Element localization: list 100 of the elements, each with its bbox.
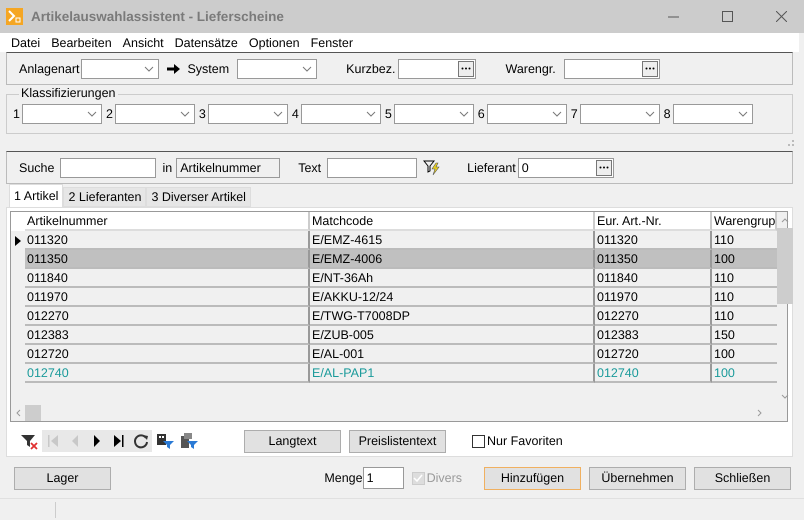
quantity-field[interactable]: 1 [362,467,404,489]
scroll-left-icon[interactable] [15,409,21,417]
clear-filter-icon[interactable] [20,432,40,450]
building-filter-icon[interactable] [178,432,200,450]
table-cell: E/NT-36Ah [310,269,595,288]
search-field[interactable] [60,158,156,178]
input-field[interactable] [564,58,660,78]
ellipsis-button[interactable] [596,160,612,176]
field-label: 8 [664,107,671,121]
close-icon [776,11,786,22]
dropdown[interactable] [672,104,753,124]
dropdown[interactable] [208,104,288,124]
table-cell: 012270 [25,307,310,326]
dropdown[interactable] [22,104,102,124]
dropdown[interactable] [81,58,160,78]
ellipsis-icon [644,67,655,70]
field-label: 1 [13,107,20,121]
menu-item[interactable]: Fenster [306,36,360,50]
field-label: 4 [292,107,299,121]
chevron-icon [458,109,470,119]
chevron-icon [644,109,656,119]
table-cell: E/TWG-T7008DP [310,307,595,326]
field-label: Warengr. [506,62,556,76]
text-button[interactable]: Langtext [244,430,341,452]
lager-button[interactable]: Lager [14,466,111,490]
checkbox-label: Nur Favoriten [487,434,563,448]
input-field[interactable]: 0 [518,158,614,178]
column-header[interactable]: Eur. Art.-Nr. [595,212,712,231]
resize-grip-icon [788,140,794,146]
ellipsis-button[interactable] [458,60,474,76]
table-cell: 012740 [595,364,712,383]
table-cell: 011840 [595,269,712,288]
table-cell: 011350 [595,250,712,269]
chevron-icon [178,109,191,119]
tab[interactable]: 1 Artikel [9,184,64,207]
dialog-button[interactable]: Schließen [694,466,791,490]
dialog-button[interactable]: Hinzufügen [484,466,581,490]
field-label: 3 [198,107,206,121]
chevron-icon [364,109,377,119]
input-field[interactable] [398,58,476,78]
menu-item[interactable]: Datensätze [170,36,244,50]
scrollbar-thumb[interactable] [25,405,41,421]
table-cell: 110 [712,307,777,326]
field-label: Lieferant [467,160,516,174]
chevron-icon [143,64,156,74]
group-title: Klassifizierungen [19,86,118,100]
column-header[interactable]: Warengrup [712,212,777,231]
scrollbar-thumb[interactable] [777,228,793,304]
table-cell: 011970 [595,288,712,307]
dialog-button[interactable]: Übernehmen [589,466,686,490]
ellipsis-button[interactable] [642,60,658,76]
column-header[interactable]: Matchcode [310,212,595,231]
table-cell: 011840 [25,269,310,288]
tab[interactable]: 3 Diverser Artikel [146,187,251,207]
field-label: 7 [570,107,578,121]
chevron-icon [301,64,314,74]
table-cell: E/AKKU-12/24 [310,288,595,307]
chevron-icon [272,109,284,119]
dropdown[interactable] [114,104,195,124]
table-cell: E/AL-001 [310,345,595,364]
dropdown[interactable] [580,104,660,124]
window-title: Artikelauswahlassistent - Lieferscheine [31,9,285,24]
table-cell: 012383 [595,326,712,345]
chevron-icon [736,109,749,119]
field-label: Text [298,160,322,174]
field-label: System [187,62,230,76]
table-cell: 100 [712,364,777,383]
field-label: 5 [384,107,392,121]
menu-item[interactable]: Optionen [244,36,306,50]
table-cell: 012720 [595,345,712,364]
column-header[interactable]: Artikelnummer [25,212,310,231]
field-label: 2 [106,107,113,121]
dropdown[interactable] [237,58,318,78]
scroll-right-icon[interactable] [757,409,763,417]
chevron-icon [550,109,563,119]
field-label: in [162,160,172,174]
dropdown[interactable] [300,104,381,124]
table-cell: 150 [712,326,777,345]
menu-item[interactable]: Bearbeiten [46,36,118,50]
dropdown[interactable] [486,104,567,124]
input-field[interactable] [327,158,418,178]
menu-item[interactable]: Datei [6,36,46,50]
table-cell: 012740 [25,364,310,383]
table-cell: 012383 [25,326,310,345]
dropdown[interactable] [394,104,474,124]
field-label: Anlagenart [19,62,80,76]
table-cell: 100 [712,250,777,269]
menu-item[interactable]: Ansicht [118,36,170,50]
ellipsis-icon [460,67,470,70]
field-label: 6 [478,107,485,121]
chevron-icon [86,109,98,119]
table-cell: E/ZUB-005 [310,326,595,345]
text-button[interactable]: Preislistentext [349,430,446,452]
field-label: Suche [19,160,54,174]
checkbox-label: Divers [426,471,462,485]
tab[interactable]: 2 Lieferanten [63,187,146,207]
readonly-field: Artikelnummer [176,158,280,178]
grid-filter-icon[interactable] [154,432,176,450]
checkbox[interactable] [472,434,485,448]
filter-icon[interactable] [423,160,442,176]
